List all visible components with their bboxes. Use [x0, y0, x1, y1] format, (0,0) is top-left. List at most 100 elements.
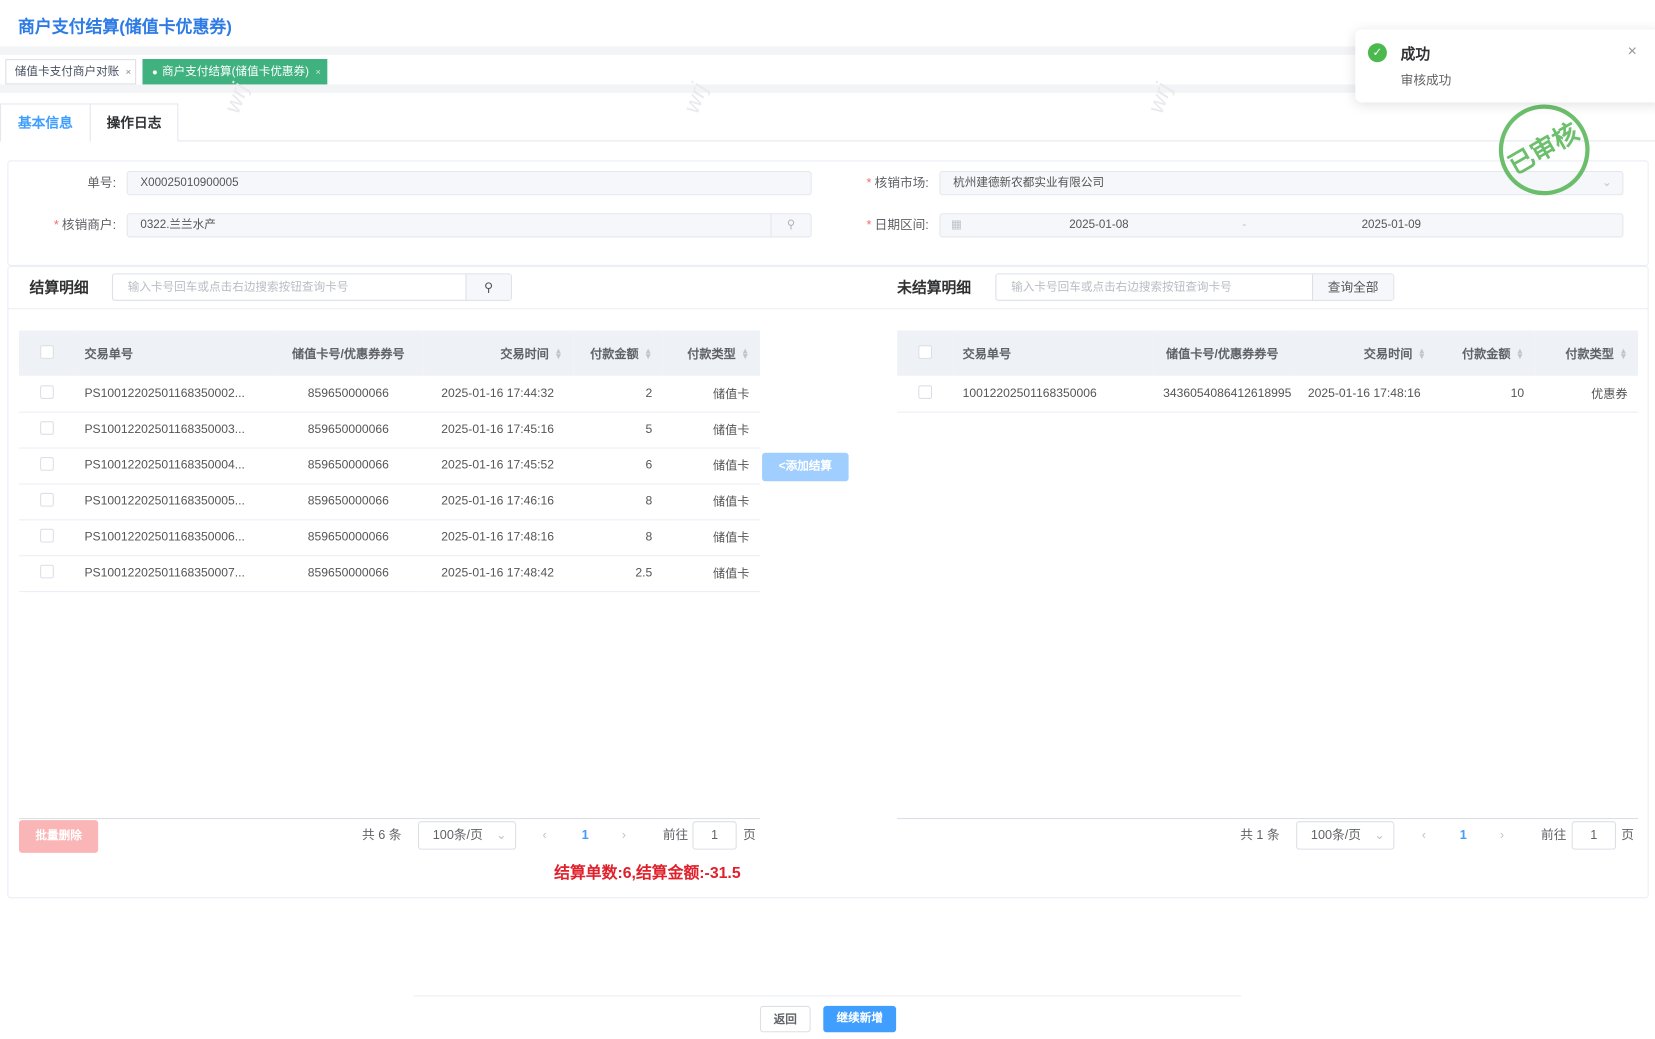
chevron-down-icon: ⌄ — [1602, 176, 1612, 189]
unsettled-search-input[interactable]: 输入卡号回车或点击右边搜索按钮查询卡号 查询全部 — [995, 273, 1395, 301]
sort-icon[interactable]: ▲ ▼ — [1619, 347, 1627, 361]
sort-icon[interactable]: ▲ ▼ — [554, 347, 562, 361]
col-label: 交易时间 — [1363, 347, 1413, 361]
settlement-summary: 结算单数:6,结算金额:-31.5 — [554, 864, 741, 883]
col-amount[interactable]: 付款金额 ▲ ▼ — [1436, 330, 1535, 376]
row-checkbox[interactable] — [18, 483, 74, 520]
search-icon[interactable]: ⚲ — [770, 214, 811, 237]
merchant-field[interactable]: 0322.兰兰水产 ⚲ — [126, 213, 812, 238]
col-amount[interactable]: 付款金额 ▲ ▼ — [573, 330, 663, 376]
order-no-cell: PS10012202501168350004... — [73, 447, 275, 484]
table-row[interactable]: PS1001220250116835000​2... 859650000066 20… — [18, 375, 760, 413]
type-cell: 储值卡 — [662, 519, 760, 556]
amount-cell: 6 — [573, 447, 663, 484]
back-button[interactable]: 返回 — [759, 1005, 811, 1033]
sort-icon[interactable]: ▲ ▼ — [741, 347, 749, 361]
table-row[interactable]: 10012202501168350006 3436054086412618995 2… — [897, 375, 1639, 413]
tab-operation-log[interactable]: 操作日志 — [89, 103, 179, 142]
goto-page-input[interactable]: 1 — [692, 821, 737, 850]
order-no-cell: 10012202501168350006 — [952, 375, 1153, 413]
goto-page-input[interactable]: 1 — [1571, 821, 1616, 850]
close-icon[interactable]: × — [315, 66, 321, 77]
add-settlement-button[interactable]: <添加结算 — [762, 452, 849, 482]
row-checkbox[interactable] — [18, 411, 74, 449]
sort-icon[interactable]: ▲ ▼ — [644, 347, 652, 361]
page-size-value: 100条/页 — [432, 827, 483, 843]
col-label: 付款金额 — [1461, 347, 1511, 361]
col-card-no: 储值卡号/优惠券券号 — [1152, 330, 1292, 376]
page-unit: 页 — [1621, 827, 1634, 843]
row-checkbox[interactable] — [18, 555, 74, 592]
sort-icon[interactable]: ▲ ▼ — [1516, 347, 1524, 361]
tag-settlement[interactable]: ● 商户支付结算(储值卡优惠券) × — [142, 59, 328, 85]
search-button[interactable]: ⚲ — [465, 274, 511, 300]
divider — [8, 308, 1648, 310]
sort-icon[interactable]: ▲ ▼ — [1418, 347, 1426, 361]
row-checkbox[interactable] — [18, 447, 74, 484]
chevron-down-icon: ⌄ — [496, 827, 507, 843]
select-all-checkbox[interactable] — [897, 330, 953, 376]
unsettled-table: 交易单号 储值卡号/优惠券券号 交易时间 ▲ ▼ 付款金额 ▲ ▼ 付款类型 ▲ ▼ 100… — [897, 330, 1639, 413]
amount-cell: 2 — [573, 375, 663, 413]
page-number[interactable]: 1 — [1460, 821, 1467, 849]
date-range-picker[interactable]: ▦ 2025-01-08 - 2025-01-09 — [939, 213, 1624, 238]
order-no-cell: PS10012202501168350006... — [73, 519, 275, 556]
time-cell: 2025-01-16 17:44:32 — [422, 375, 574, 413]
tab-basic-info[interactable]: 基本信息 — [0, 103, 91, 142]
col-type[interactable]: 付款类型 ▲ ▼ — [662, 330, 760, 376]
col-time[interactable]: 交易时间 ▲ ▼ — [422, 330, 574, 376]
chevron-down-icon: ⌄ — [1374, 827, 1385, 843]
row-checkbox[interactable] — [18, 519, 74, 556]
card-no-cell: 859650000066 — [274, 375, 423, 413]
prev-page-icon[interactable]: ‹ — [543, 821, 547, 849]
col-time[interactable]: 交易时间 ▲ ▼ — [1291, 330, 1437, 376]
time-cell: 2025-01-16 17:48:42 — [422, 555, 574, 592]
divider — [413, 995, 1242, 997]
row-checkbox[interactable] — [18, 375, 74, 413]
toast-title: 成功 — [1400, 45, 1431, 63]
col-type[interactable]: 付款类型 ▲ ▼ — [1534, 330, 1639, 376]
table-row[interactable]: PS10012202501168350006... 859650000066 202… — [18, 519, 760, 556]
page-size-select[interactable]: 100条/页 ⌄ — [417, 821, 517, 850]
prev-page-icon[interactable]: ‹ — [1422, 821, 1426, 849]
type-cell: 储值卡 — [662, 555, 760, 592]
tag-label: 储值卡支付商户对账 — [14, 65, 120, 79]
col-order-no: 交易单号 — [73, 330, 275, 376]
table-row[interactable]: PS10012202501168350005... 859650000066 202… — [18, 483, 760, 520]
placeholder: 输入卡号回车或点击右边搜索按钮查询卡号 — [1011, 280, 1232, 294]
next-page-icon[interactable]: › — [622, 821, 626, 849]
table-row[interactable]: PS10012202501168350003... 859650000066 202… — [18, 411, 760, 449]
table-header: 交易单号 储值卡号/优惠券券号 交易时间 ▲ ▼ 付款金额 ▲ ▼ 付款类型 ▲ ▼ — [18, 330, 760, 376]
query-all-button[interactable]: 查询全部 — [1311, 274, 1394, 300]
page-number[interactable]: 1 — [582, 821, 589, 849]
settled-search-input[interactable]: 输入卡号回车或点击右边搜索按钮查询卡号 ⚲ — [111, 273, 512, 301]
calendar-icon: ▦ — [951, 218, 962, 232]
order-no-label: 单号: — [87, 175, 117, 190]
col-label: 付款类型 — [687, 347, 736, 361]
total-count: 共 1 条 — [1240, 827, 1280, 843]
date-start[interactable]: 2025-01-08 — [1069, 214, 1128, 236]
page-size-select[interactable]: 100条/页 ⌄ — [1296, 821, 1395, 850]
col-label: 付款类型 — [1565, 347, 1614, 361]
order-no-cell: PS10012202501168350007... — [73, 555, 275, 592]
col-label: 交易时间 — [500, 347, 549, 361]
select-all-checkbox[interactable] — [18, 330, 74, 376]
type-cell: 储值卡 — [662, 411, 760, 449]
row-checkbox[interactable] — [897, 375, 953, 413]
close-icon[interactable]: × — [126, 66, 132, 77]
table-row[interactable]: PS10012202501168350004... 859650000066 202… — [18, 447, 760, 484]
close-icon[interactable]: × — [1628, 42, 1637, 60]
time-cell: 2025-01-16 17:46:16 — [422, 483, 574, 520]
batch-delete-button[interactable]: 批量删除 — [18, 820, 99, 853]
goto-label: 前往 — [1541, 827, 1567, 843]
order-no-field[interactable]: X00025010900005 — [126, 170, 812, 196]
continue-add-button[interactable]: 继续新增 — [823, 1005, 897, 1033]
date-end[interactable]: 2025-01-09 — [1362, 214, 1421, 236]
next-page-icon[interactable]: › — [1500, 821, 1504, 849]
table-row[interactable]: PS10012202501168350007... 859650000066 202… — [18, 555, 760, 592]
page-title: 商户支付结算(储值卡优惠券) — [17, 18, 232, 37]
merchant-value: 0322.兰兰水产 — [140, 218, 216, 232]
type-cell: 储值卡 — [662, 375, 760, 413]
tag-reconciliation[interactable]: 储值卡支付商户对账 × — [5, 59, 137, 85]
amount-cell: 2.5 — [573, 555, 663, 592]
